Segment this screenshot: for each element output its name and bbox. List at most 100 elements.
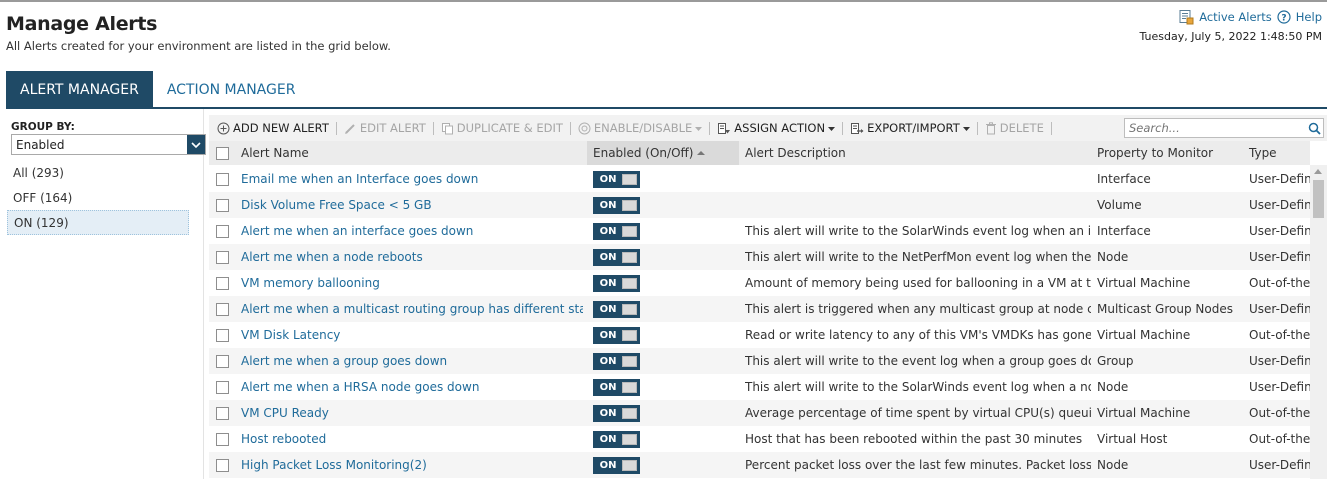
group-by-select[interactable]: Enabled bbox=[11, 134, 206, 155]
column-header-alert-name[interactable]: Alert Name bbox=[241, 141, 309, 165]
enabled-cell: ON bbox=[593, 374, 653, 400]
row-checkbox[interactable] bbox=[216, 224, 229, 238]
search-input[interactable] bbox=[1125, 121, 1305, 135]
search-icon[interactable] bbox=[1305, 119, 1323, 137]
table-row[interactable]: High Packet Loss Monitoring(2) ON Percent … bbox=[209, 452, 1310, 478]
toggle-state-label: ON bbox=[599, 225, 617, 237]
column-header-type[interactable]: Type bbox=[1249, 141, 1277, 165]
toolbar-separator bbox=[709, 121, 711, 135]
table-row[interactable]: Alert me when a node reboots ON This alert… bbox=[209, 244, 1310, 270]
table-row[interactable]: Alert me when a multicast routing group … bbox=[209, 296, 1310, 322]
table-row[interactable]: Alert me when a HRSA node goes down ON Thi… bbox=[209, 374, 1310, 400]
scroll-up-arrow-icon[interactable] bbox=[1314, 169, 1322, 174]
alert-type: User-Defin bbox=[1249, 302, 1310, 316]
enabled-toggle[interactable]: ON bbox=[593, 404, 640, 422]
alert-name-link[interactable]: Host rebooted bbox=[241, 426, 583, 452]
enabled-toggle[interactable]: ON bbox=[593, 196, 640, 214]
row-checkbox[interactable] bbox=[216, 302, 229, 316]
alert-name-link[interactable]: Alert me when an interface goes down bbox=[241, 218, 583, 244]
edit-alert-button[interactable]: EDIT ALERT bbox=[344, 121, 426, 135]
alert-name-link[interactable]: Alert me when a multicast routing group … bbox=[241, 296, 583, 322]
column-header-property[interactable]: Property to Monitor bbox=[1097, 141, 1213, 165]
chevron-down-icon[interactable] bbox=[187, 135, 205, 154]
alert-name-link[interactable]: Alert me when a node reboots bbox=[241, 244, 583, 270]
property-to-monitor: Interface bbox=[1097, 172, 1151, 186]
alert-description: Amount of memory being used for ballooni… bbox=[745, 276, 1091, 290]
alert-name-link[interactable]: VM Disk Latency bbox=[241, 322, 583, 348]
alert-name-link[interactable]: VM memory ballooning bbox=[241, 270, 583, 296]
alert-name-link[interactable]: Email me when an Interface goes down bbox=[241, 166, 583, 192]
alert-type: User-Defin bbox=[1249, 198, 1310, 212]
column-header-enabled[interactable]: Enabled (On/Off) bbox=[587, 141, 739, 165]
table-row[interactable]: VM memory ballooning ON Amount of memory b… bbox=[209, 270, 1310, 296]
enabled-cell: ON bbox=[593, 244, 653, 270]
group-by-value: Enabled bbox=[16, 137, 65, 152]
table-row[interactable]: Email me when an Interface goes down ON In… bbox=[209, 166, 1310, 192]
delete-button[interactable]: DELETE bbox=[985, 121, 1044, 135]
row-checkbox[interactable] bbox=[216, 172, 229, 186]
add-new-alert-button[interactable]: ADD NEW ALERT bbox=[217, 121, 329, 135]
enable-disable-button[interactable]: ENABLE/DISABLE bbox=[578, 121, 703, 135]
help-link[interactable]: Help bbox=[1296, 10, 1322, 24]
enabled-toggle[interactable]: ON bbox=[593, 248, 640, 266]
assign-action-button[interactable]: ASSIGN ACTION bbox=[717, 121, 836, 135]
alert-name-link[interactable]: Disk Volume Free Space < 5 GB bbox=[241, 192, 583, 218]
table-row[interactable]: VM Disk Latency ON Read or write latency t… bbox=[209, 322, 1310, 348]
duplicate-edit-button[interactable]: DUPLICATE & EDIT bbox=[441, 121, 563, 135]
table-row[interactable]: VM CPU Ready ON Average percentage of time… bbox=[209, 400, 1310, 426]
duplicate-edit-label: DUPLICATE & EDIT bbox=[456, 121, 563, 135]
group-item-on[interactable]: ON (129) bbox=[7, 210, 189, 235]
enabled-toggle[interactable]: ON bbox=[593, 300, 640, 318]
row-checkbox[interactable] bbox=[216, 458, 229, 472]
column-header-description[interactable]: Alert Description bbox=[745, 141, 846, 165]
enabled-toggle[interactable]: ON bbox=[593, 222, 640, 240]
row-checkbox[interactable] bbox=[216, 250, 229, 264]
top-border bbox=[0, 0, 1327, 2]
toggle-knob bbox=[622, 433, 637, 445]
alert-type: User-Defin bbox=[1249, 250, 1310, 264]
row-checkbox[interactable] bbox=[216, 276, 229, 290]
enabled-toggle[interactable]: ON bbox=[593, 430, 640, 448]
alert-name-link[interactable]: Alert me when a HRSA node goes down bbox=[241, 374, 583, 400]
enabled-toggle[interactable]: ON bbox=[593, 456, 640, 474]
group-item-off[interactable]: OFF (164) bbox=[7, 185, 189, 210]
row-checkbox[interactable] bbox=[216, 354, 229, 368]
assign-action-icon bbox=[717, 122, 731, 135]
row-checkbox[interactable] bbox=[216, 432, 229, 446]
table-row[interactable]: Host rebooted ON Host that has been reboot… bbox=[209, 426, 1310, 452]
add-new-alert-label: ADD NEW ALERT bbox=[233, 121, 329, 135]
tab-action-manager[interactable]: ACTION MANAGER bbox=[152, 71, 310, 108]
select-all-checkbox[interactable] bbox=[216, 146, 229, 160]
alert-type: User-Defin bbox=[1249, 172, 1310, 186]
scrollbar-thumb[interactable] bbox=[1313, 180, 1324, 218]
toggle-state-label: ON bbox=[599, 407, 617, 419]
row-checkbox[interactable] bbox=[216, 380, 229, 394]
enabled-toggle[interactable]: ON bbox=[593, 378, 640, 396]
table-row[interactable]: Disk Volume Free Space < 5 GB ON Volume Use… bbox=[209, 192, 1310, 218]
table-row[interactable]: Alert me when a group goes down ON This al… bbox=[209, 348, 1310, 374]
grid-scrollbar[interactable] bbox=[1310, 165, 1327, 479]
help-icon[interactable]: ? bbox=[1277, 10, 1291, 24]
report-icon[interactable] bbox=[1178, 9, 1194, 25]
active-alerts-link[interactable]: Active Alerts bbox=[1199, 10, 1272, 24]
group-item-all[interactable]: All (293) bbox=[7, 160, 189, 185]
tab-alert-manager[interactable]: ALERT MANAGER bbox=[6, 71, 153, 108]
enabled-toggle[interactable]: ON bbox=[593, 352, 640, 370]
row-checkbox[interactable] bbox=[216, 406, 229, 420]
row-checkbox[interactable] bbox=[216, 328, 229, 342]
enabled-toggle[interactable]: ON bbox=[593, 326, 640, 344]
alert-name-link[interactable]: VM CPU Ready bbox=[241, 400, 583, 426]
assign-action-label: ASSIGN ACTION bbox=[734, 121, 826, 135]
alert-name-link[interactable]: Alert me when a group goes down bbox=[241, 348, 583, 374]
table-row[interactable]: Alert me when an interface goes down ON Th… bbox=[209, 218, 1310, 244]
enabled-toggle[interactable]: ON bbox=[593, 170, 640, 188]
enabled-toggle[interactable]: ON bbox=[593, 274, 640, 292]
alert-description: This alert will write to the event log w… bbox=[745, 354, 1091, 368]
toggle-state-label: ON bbox=[599, 199, 617, 211]
export-import-button[interactable]: EXPORT/IMPORT bbox=[850, 121, 970, 135]
toggle-knob bbox=[622, 251, 637, 263]
row-checkbox[interactable] bbox=[216, 198, 229, 212]
power-icon bbox=[578, 122, 591, 135]
alert-name-link[interactable]: High Packet Loss Monitoring(2) bbox=[241, 452, 583, 478]
property-to-monitor: Virtual Machine bbox=[1097, 406, 1191, 420]
